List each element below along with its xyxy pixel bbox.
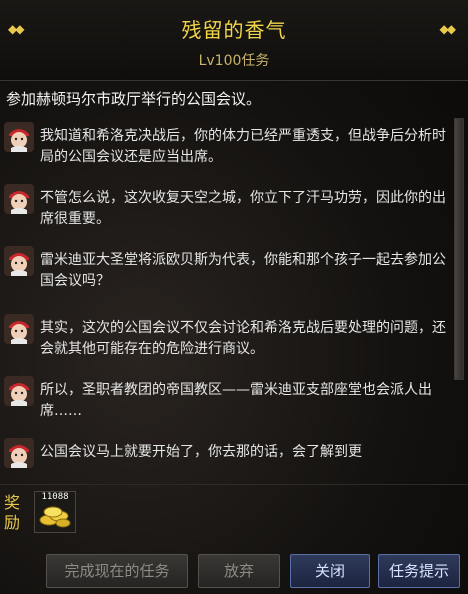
abandon-button[interactable]: 放弃 — [198, 554, 280, 588]
reward-item-count: 11088 — [41, 492, 69, 502]
dialog-line: 我知道和希洛克决战后，你的体力已经严重透支，但战争后分析时局的公国会议还是应当出… — [0, 112, 460, 172]
reward-label: 奖励 — [4, 493, 21, 532]
dialog-text: 所以，圣职者教团的帝国教区——雷米迪亚支部座堂也会派人出席…… — [40, 382, 432, 419]
dialog-text: 其实，这次的公国会议不仅会讨论和希洛克战后要处理的问题，还会就其他可能存在的危险… — [40, 320, 446, 357]
npc-avatar-icon — [4, 314, 34, 344]
npc-avatar-icon — [4, 122, 34, 152]
dialog-line: 其实，这次的公国会议不仅会讨论和希洛克战后要处理的问题，还会就其他可能存在的危险… — [0, 304, 460, 364]
quest-level: Lv100任务 — [198, 53, 270, 69]
diamond-ornament-right-icon: ◆◆ — [439, 22, 457, 36]
quest-window: ◆◆ 残留的香气 Lv100任务 ◆◆ 参加赫顿玛尔市政厅举行的公国会议。 我知… — [0, 0, 468, 594]
dialog-scrollbar[interactable] — [454, 118, 464, 380]
quest-objective: 参加赫顿玛尔市政厅举行的公国会议。 — [6, 90, 262, 108]
dialog-text: 公国会议马上就要开始了，你去那的话，会了解到更 — [40, 444, 362, 460]
reward-item-slot[interactable]: 11088 — [34, 491, 76, 533]
dialog-text: 雷米迪亚大圣堂将派欧贝斯为代表，你能和那个孩子一起去参加公国会议吗？ — [40, 252, 446, 289]
npc-avatar-icon — [4, 184, 34, 214]
dialog-line: 雷米迪亚大圣堂将派欧贝斯为代表，你能和那个孩子一起去参加公国会议吗？ — [0, 236, 460, 296]
dialog-text: 不管怎么说，这次收复天空之城，你立下了汗马功劳，因此你的出席很重要。 — [40, 190, 446, 227]
reward-section: 奖励 11088 — [0, 484, 468, 537]
complete-quest-button[interactable]: 完成现在的任务 — [46, 554, 188, 588]
dialog-list[interactable]: 我知道和希洛克决战后，你的体力已经严重透支，但战争后分析时局的公国会议还是应当出… — [0, 112, 468, 477]
dialog-line: 公国会议马上就要开始了，你去那的话，会了解到更 — [0, 428, 460, 477]
npc-avatar-icon — [4, 376, 34, 406]
npc-avatar-icon — [4, 438, 34, 468]
scrollbar-thumb[interactable] — [455, 119, 463, 379]
close-button[interactable]: 关闭 — [290, 554, 370, 588]
quest-header: ◆◆ 残留的香气 Lv100任务 ◆◆ — [0, 0, 468, 81]
dialog-line: 所以，圣职者教团的帝国教区——雷米迪亚支部座堂也会派人出席…… — [0, 366, 460, 426]
dialog-line: 不管怎么说，这次收复天空之城，你立下了汗马功劳，因此你的出席很重要。 — [0, 174, 460, 234]
quest-hint-button[interactable]: 任务提示 — [378, 554, 460, 588]
dialog-text: 我知道和希洛克决战后，你的体力已经严重透支，但战争后分析时局的公国会议还是应当出… — [40, 128, 446, 165]
npc-avatar-icon — [4, 246, 34, 276]
quest-title: 残留的香气 — [181, 18, 287, 42]
